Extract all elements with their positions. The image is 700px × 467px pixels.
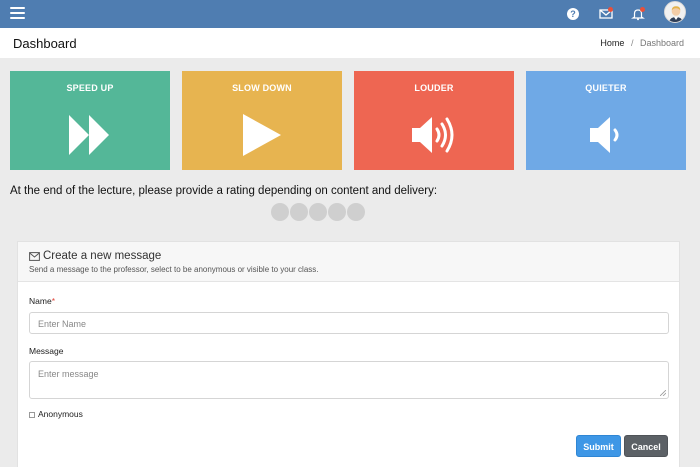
breadcrumb-separator: / <box>630 38 634 48</box>
volume-down-icon <box>590 117 619 153</box>
name-input[interactable]: Enter Name <box>29 312 669 334</box>
rating-option-3[interactable] <box>309 203 327 221</box>
quieter-tile[interactable]: QUIETER <box>526 71 686 170</box>
louder-tile[interactable]: LOUDER <box>354 71 514 170</box>
page-title: Dashboard <box>13 36 77 51</box>
help-icon[interactable]: ? <box>567 8 579 20</box>
speed-up-label: SPEED UP <box>66 83 114 93</box>
message-form-card: Create a new message Send a message to t… <box>17 241 680 467</box>
slow-down-label: SLOW DOWN <box>232 83 292 93</box>
cancel-button[interactable]: Cancel <box>624 435 668 457</box>
volume-up-icon <box>412 117 454 153</box>
submit-button[interactable]: Submit <box>576 435 621 457</box>
hamburger-icon[interactable] <box>10 7 25 20</box>
fast-forward-icon <box>69 115 109 155</box>
top-navbar: ? <box>0 0 700 28</box>
name-placeholder: Enter Name <box>38 319 87 329</box>
message-textarea[interactable]: Enter message <box>29 361 669 399</box>
rating-option-1[interactable] <box>271 203 289 221</box>
bell-icon[interactable] <box>631 7 645 21</box>
anonymous-label: Anonymous <box>38 409 83 419</box>
anonymous-checkbox[interactable] <box>29 412 35 418</box>
play-icon <box>243 114 281 156</box>
breadcrumb-current: Dashboard <box>639 38 684 48</box>
breadcrumb-home-link[interactable]: Home <box>600 38 624 48</box>
mail-icon[interactable] <box>599 7 613 21</box>
bell-notification-dot <box>640 7 645 12</box>
mail-notification-dot <box>608 7 613 12</box>
speed-up-tile[interactable]: SPEED UP <box>10 71 170 170</box>
rating-option-5[interactable] <box>347 203 365 221</box>
rating-option-2[interactable] <box>290 203 308 221</box>
envelope-icon <box>29 252 40 261</box>
message-label: Message <box>29 346 64 356</box>
name-label: Name* <box>29 296 55 306</box>
resize-handle-icon[interactable] <box>660 390 666 396</box>
breadcrumb: Home / Dashboard <box>600 38 684 48</box>
message-form-title: Create a new message <box>43 250 162 262</box>
message-form-subtitle: Send a message to the professor, select … <box>29 265 319 274</box>
page-header: Dashboard Home / Dashboard <box>0 28 700 58</box>
name-label-text: Name <box>29 296 52 306</box>
slow-down-tile[interactable]: SLOW DOWN <box>182 71 342 170</box>
required-marker: * <box>51 296 55 306</box>
louder-label: LOUDER <box>414 83 454 93</box>
rating-prompt: At the end of the lecture, please provid… <box>10 185 438 197</box>
avatar[interactable] <box>664 1 686 23</box>
quieter-label: QUIETER <box>585 83 627 93</box>
rating-option-4[interactable] <box>328 203 346 221</box>
message-form-header: Create a new message Send a message to t… <box>18 242 679 282</box>
message-placeholder: Enter message <box>38 369 99 379</box>
